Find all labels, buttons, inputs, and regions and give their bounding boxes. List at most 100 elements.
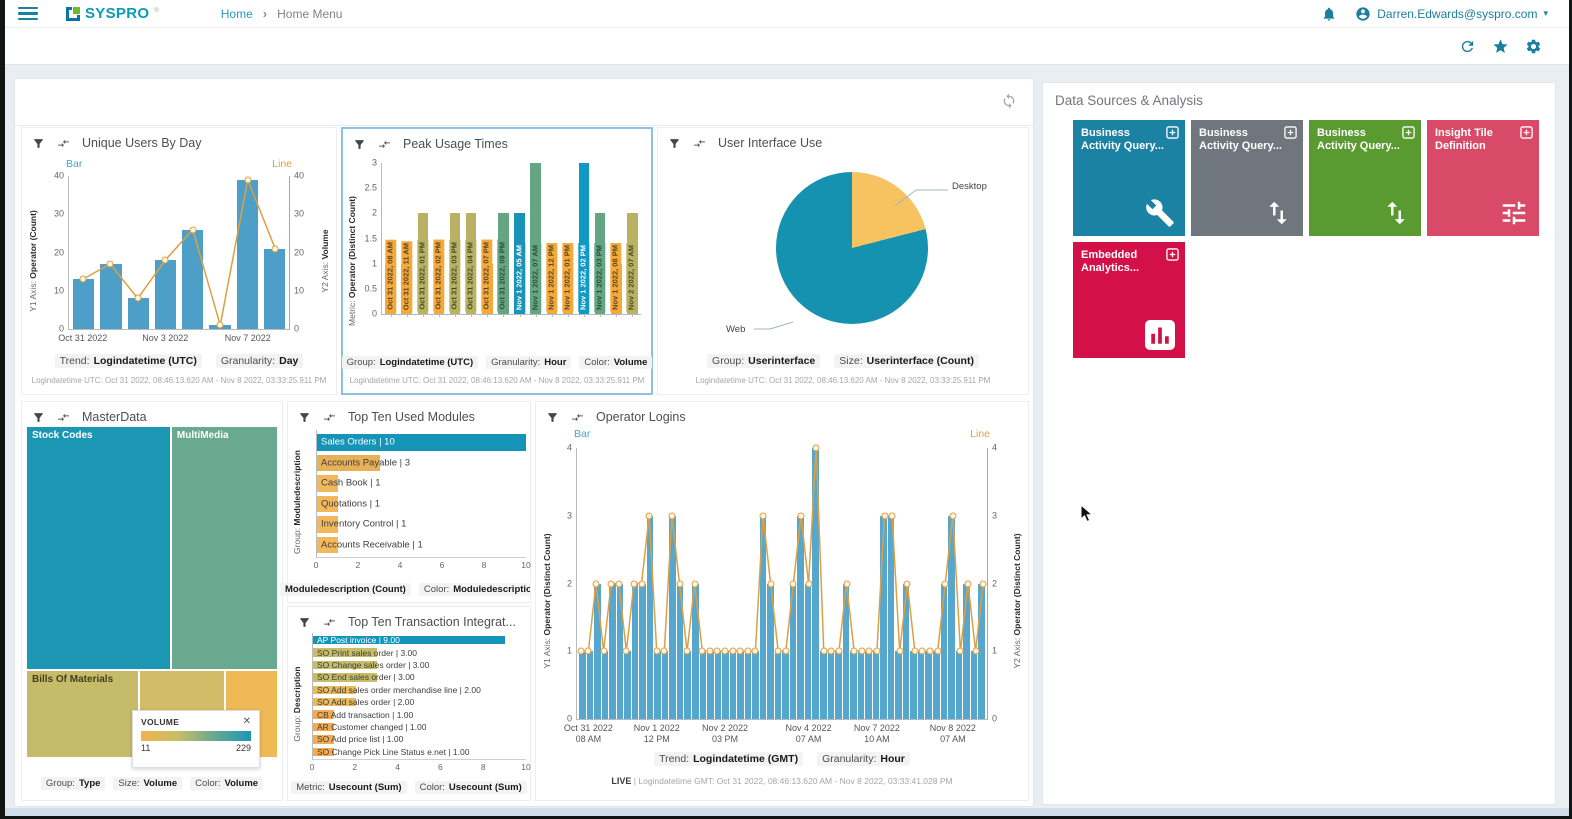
data-source-tile[interactable]: Business Activity Query... xyxy=(1191,120,1303,236)
footer-key: Color: xyxy=(584,357,609,368)
x-axis-tick-label: Oct 31 2022 xyxy=(58,333,107,344)
footer-value: Usecount (Sum) xyxy=(449,782,522,793)
pie-chart[interactable] xyxy=(776,172,928,324)
line-point-marker xyxy=(646,512,653,519)
syspro-logo-mark xyxy=(66,7,80,21)
compare-arrows-icon[interactable] xyxy=(57,137,70,150)
y-axis-tick-label: 20 xyxy=(289,248,304,257)
filter-icon[interactable] xyxy=(546,411,559,424)
filter-icon[interactable] xyxy=(32,137,45,150)
data-source-tile[interactable]: Business Activity Query... xyxy=(1073,120,1185,236)
user-email: Darren.Edwards@syspro.com xyxy=(1377,7,1537,21)
data-source-tile[interactable]: Business Activity Query... xyxy=(1309,120,1421,236)
add-square-icon[interactable] xyxy=(1166,248,1179,261)
compare-arrows-icon[interactable] xyxy=(323,616,336,629)
favorite-star-icon[interactable] xyxy=(1492,38,1509,55)
x-tick-line2: 10 AM xyxy=(854,734,900,745)
syspro-logo[interactable]: SYSPRO ® xyxy=(66,7,159,21)
hamburger-menu-icon[interactable] xyxy=(18,7,38,21)
add-square-icon[interactable] xyxy=(1166,126,1179,139)
bar-x-label: Oct 31 2022, 11 AM xyxy=(401,241,412,312)
y1-axis-label: Y1 Axis: Operator (Count) xyxy=(28,210,38,312)
filter-icon[interactable] xyxy=(668,137,681,150)
x-axis-tick-label: Nov 3 2022 xyxy=(142,333,188,344)
breadcrumb-home-link[interactable]: Home xyxy=(221,7,253,21)
footer-pair: Color:Moduledescription ( xyxy=(419,583,530,596)
bar-x-label: Oct 31 2022, 02 PM xyxy=(434,240,445,312)
chart-panel-masterdata[interactable]: MasterData Stock CodesMultiMediaBills Of… xyxy=(21,401,283,801)
treemap-plot: Stock CodesMultiMedia Bills Of Materials xyxy=(26,426,278,758)
sync-refresh-icon[interactable] xyxy=(1001,93,1017,114)
filter-icon[interactable] xyxy=(32,411,45,424)
bar-label: Quotations | 1 xyxy=(321,498,380,509)
line-point-marker xyxy=(661,648,668,655)
y-axis-tick-label: 2 xyxy=(987,579,997,588)
line-point-marker xyxy=(782,648,789,655)
footer-key: Group: xyxy=(347,357,376,368)
treemap-node[interactable]: Stock Codes xyxy=(26,426,171,670)
line-point-marker xyxy=(162,257,169,264)
chart-panel-top-ten-transactions[interactable]: Top Ten Transaction Integrat... Group: D… xyxy=(287,606,531,801)
notifications-bell-icon[interactable] xyxy=(1321,6,1337,22)
chart-panel-peak-usage-times[interactable]: Peak Usage Times Metric: Operator (Disti… xyxy=(341,127,653,395)
y-axis-tick-label: 4 xyxy=(567,444,577,453)
treemap-node[interactable]: Bills Of Materials xyxy=(26,670,139,758)
bar-slot: Oct 31 2022, 02 PM xyxy=(432,163,445,314)
bar-slot: Oct 31 2022, 08 AM xyxy=(384,163,397,314)
compare-arrows-icon[interactable] xyxy=(571,411,584,424)
compare-arrows-icon[interactable] xyxy=(323,411,336,424)
add-square-icon[interactable] xyxy=(1284,126,1297,139)
line-point-marker xyxy=(911,648,918,655)
filter-icon[interactable] xyxy=(298,411,311,424)
line-point-marker xyxy=(272,245,279,252)
line-point-marker xyxy=(896,648,903,655)
user-menu[interactable]: Darren.Edwards@syspro.com ▾ xyxy=(1355,6,1548,22)
chart-panel-unique-users-by-day[interactable]: Unique Users By Day Bar Line Y1 Axis: Op… xyxy=(21,127,337,395)
x-axis-tick-label: Nov 4 202207 AM xyxy=(786,723,832,746)
close-icon[interactable]: ✕ xyxy=(243,717,251,727)
x-axis-tick-label: Nov 7 202210 AM xyxy=(854,723,900,746)
line-point-marker xyxy=(828,648,835,655)
data-source-tile[interactable]: Embedded Analytics... xyxy=(1073,242,1185,358)
settings-gear-icon[interactable] xyxy=(1525,38,1542,55)
x-tick-line2: 07 AM xyxy=(930,734,976,745)
x-axis-tick-label: Nov 1 202212 PM xyxy=(634,723,680,746)
chart-panel-user-interface-use[interactable]: User Interface Use Desktop Web Group:Use… xyxy=(657,127,1029,395)
line-point-marker xyxy=(858,648,865,655)
footer-pair: Group:Userinterface xyxy=(707,354,820,368)
data-source-tile[interactable]: Insight Tile Definition xyxy=(1427,120,1539,236)
bar-row: CB Add transaction | 1.00 xyxy=(313,709,526,719)
line-point-marker xyxy=(767,580,774,587)
filter-icon[interactable] xyxy=(298,616,311,629)
footer-key: Color: xyxy=(195,778,220,789)
chart-title: Peak Usage Times xyxy=(403,137,508,151)
line-point-marker xyxy=(927,648,934,655)
x-axis-ticks: 0246810 xyxy=(312,762,526,772)
chart-panel-operator-logins[interactable]: Operator Logins Bar Line Y1 Axis: Operat… xyxy=(535,401,1029,801)
legend-bar: Bar xyxy=(66,158,82,170)
footer-key: Group: xyxy=(46,778,75,789)
user-avatar-icon xyxy=(1355,6,1371,22)
line-point-marker xyxy=(881,512,888,519)
treemap-node[interactable]: MultiMedia xyxy=(171,426,278,670)
bar-row: SO Print sales order | 3.00 xyxy=(313,647,526,657)
bar-line-plot: 001010202030304040Oct 31 2022Nov 3 2022N… xyxy=(68,176,290,330)
add-square-icon[interactable] xyxy=(1520,126,1533,139)
y-axis-tick-label: 10 xyxy=(54,286,69,295)
bar-plot: Oct 31 2022, 08 AM Oct 31 2022, 11 AM Oct … xyxy=(381,163,641,315)
bar-slot: Nov 1 2022, 05 AM xyxy=(513,163,526,314)
compare-arrows-icon[interactable] xyxy=(378,138,391,151)
chart-panel-top-ten-used-modules[interactable]: Top Ten Used Modules Group: Moduledescri… xyxy=(287,401,531,603)
refresh-icon[interactable] xyxy=(1459,38,1476,55)
add-square-icon[interactable] xyxy=(1402,126,1415,139)
import-export-icon xyxy=(1263,198,1293,228)
compare-arrows-icon[interactable] xyxy=(57,411,70,424)
compare-arrows-icon[interactable] xyxy=(693,137,706,150)
footer-pair: Size:Userinterface (Count) xyxy=(834,354,979,368)
x-axis-tick-label: 0 xyxy=(314,560,319,570)
x-tick-line1: Nov 4 2022 xyxy=(786,723,832,734)
chart-title: User Interface Use xyxy=(718,136,822,150)
filter-icon[interactable] xyxy=(353,138,366,151)
top-header: SYSPRO ® Home › Home Menu Darren.Edwards… xyxy=(0,0,1572,28)
x-axis-ticks: 0246810 xyxy=(316,560,526,570)
